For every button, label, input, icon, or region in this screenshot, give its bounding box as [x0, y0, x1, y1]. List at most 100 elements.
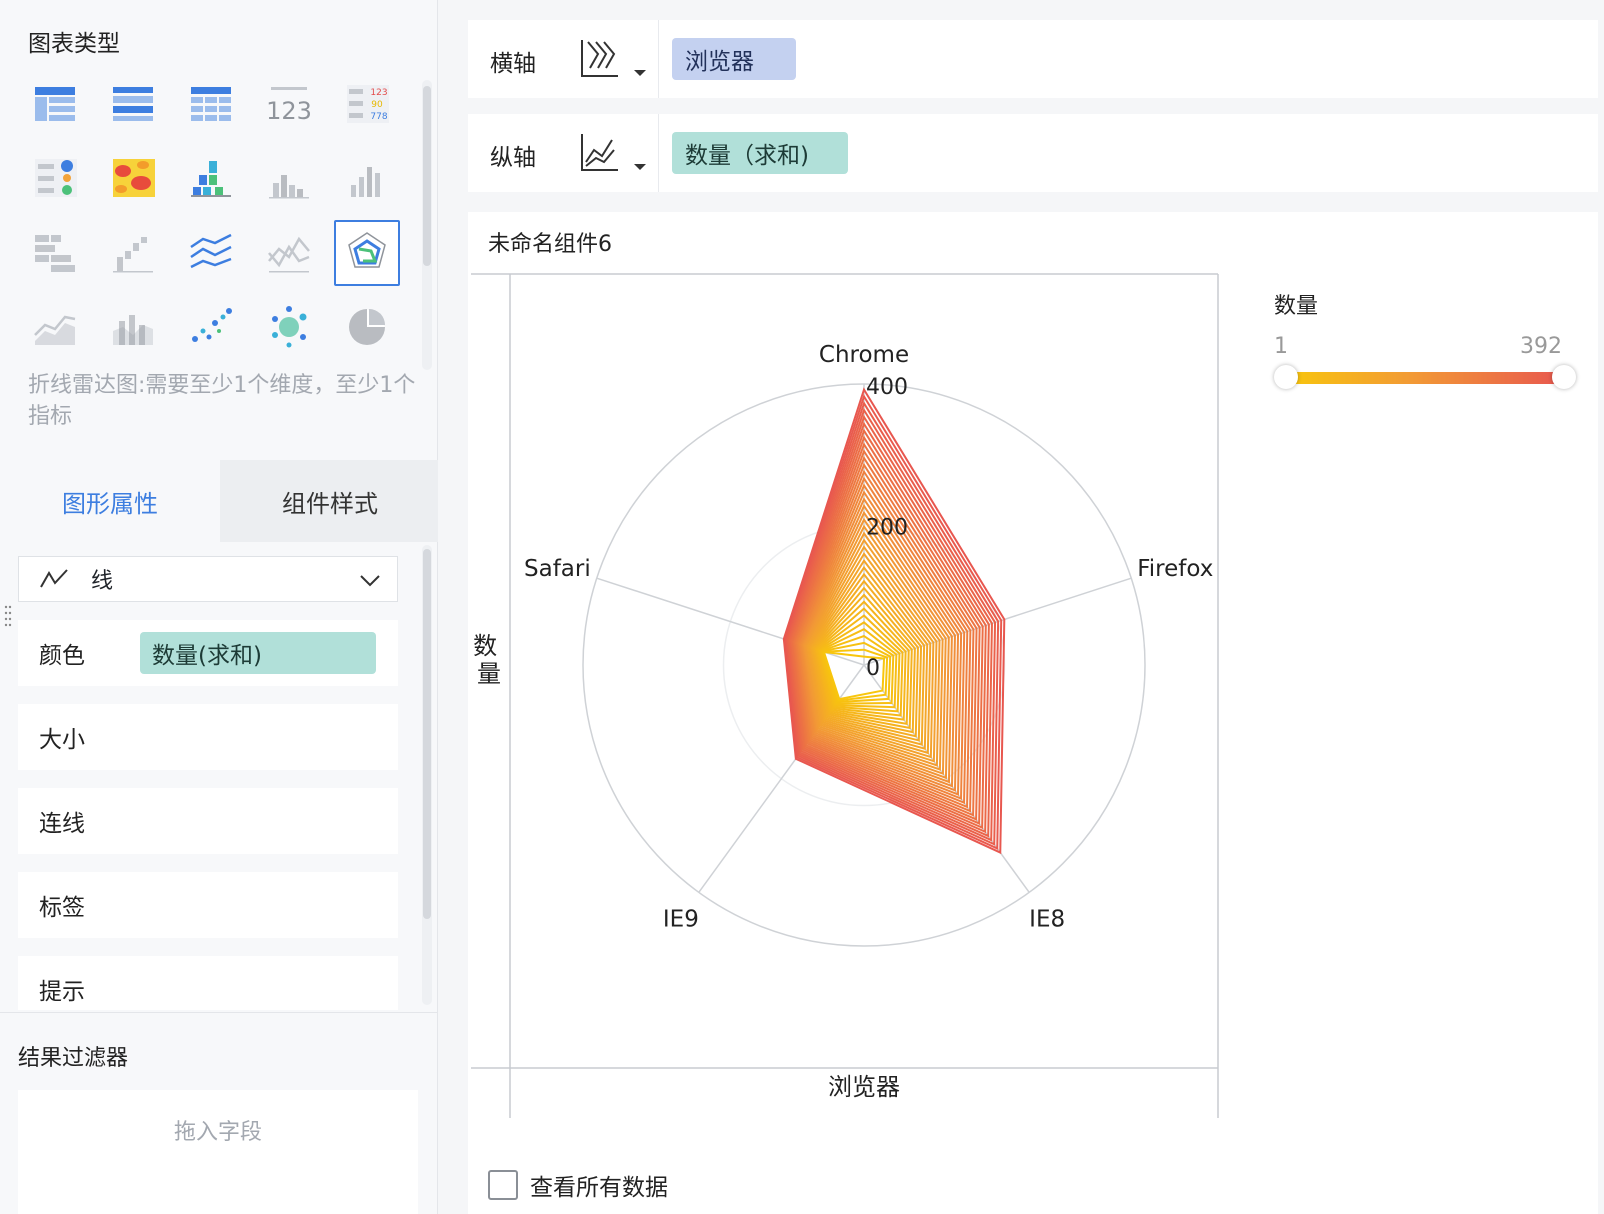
checkbox-box[interactable] — [488, 1170, 518, 1200]
stacked-column-icon — [269, 175, 309, 199]
y-field-pill[interactable]: 数量（求和) — [672, 132, 848, 174]
heatmap-icon — [113, 159, 155, 197]
legend-min-handle[interactable] — [1274, 365, 1298, 389]
bar-table-icon — [35, 235, 75, 272]
property-size[interactable]: 大小 — [18, 704, 398, 770]
column-icon — [351, 167, 380, 197]
color-legend-bar — [1286, 372, 1564, 384]
filter-placeholder: 拖入字段 — [173, 1120, 262, 1145]
y-axis-type-icon[interactable] — [578, 132, 650, 176]
radial-tick-label: 0 — [866, 656, 880, 681]
scatter-icon — [192, 308, 232, 342]
svg-text:123: 123 — [370, 88, 387, 98]
chart-type-table[interactable] — [22, 72, 88, 138]
filter-drop-zone[interactable]: 拖入字段 — [18, 1090, 418, 1214]
chart-type-waterfall[interactable] — [100, 220, 166, 286]
tab-component-style[interactable]: 组件样式 — [220, 460, 440, 542]
detail-table-icon — [191, 87, 231, 121]
chart-type-multi-line[interactable] — [178, 220, 244, 286]
property-tooltip[interactable]: 提示 — [18, 956, 398, 1010]
dot-matrix-icon — [35, 159, 77, 197]
scrollbar-thumb[interactable] — [423, 86, 431, 266]
chart-type-column-area[interactable] — [100, 294, 166, 360]
drag-handle-icon[interactable] — [4, 604, 12, 630]
chart-type-pie[interactable] — [334, 294, 400, 360]
mark-type-label: 线 — [91, 569, 114, 594]
chart-type-grouped-bar[interactable] — [178, 146, 244, 212]
legend-max-handle[interactable] — [1552, 365, 1576, 389]
chart-type-area[interactable] — [22, 294, 88, 360]
axis-label-ie8: IE8 — [1029, 906, 1065, 932]
radial-tick-label: 400 — [866, 375, 908, 400]
line-radar-alt-icon — [268, 236, 310, 273]
chart-type-radar[interactable] — [334, 220, 400, 286]
chart-type-stacked-column[interactable] — [256, 146, 322, 212]
y-axis-title: 数 量 — [473, 632, 505, 688]
axis-label-firefox: Firefox — [1137, 556, 1213, 582]
tab-graphic-properties[interactable]: 图形属性 — [0, 460, 220, 542]
area-icon — [34, 315, 76, 345]
legend-title: 数量 — [1274, 294, 1319, 319]
y-axis-label: 纵轴 — [490, 145, 536, 171]
line-chart-icon — [40, 569, 68, 588]
multi-line-icon — [190, 233, 232, 269]
pie-icon — [349, 309, 385, 345]
component-title: 未命名组件6 — [488, 232, 612, 257]
chart-type-heatmap[interactable] — [100, 146, 166, 212]
chart-type-title: 图表类型 — [28, 31, 120, 57]
svg-text:90: 90 — [371, 100, 383, 110]
legend-max: 392 — [1520, 334, 1562, 359]
chevron-down-icon — [360, 575, 380, 587]
color-table-icon: 123 90 778 — [347, 85, 389, 123]
property-body: 线 颜色 数量(求和) 大小 连线 标签 提示 — [0, 542, 438, 1010]
chart-type-color-table[interactable]: 123 90 778 — [334, 72, 400, 138]
property-connect[interactable]: 连线 — [18, 788, 398, 854]
divider — [658, 20, 659, 98]
axis-label-safari: Safari — [524, 556, 591, 582]
view-all-data-checkbox[interactable]: 查看所有数据 — [488, 1168, 668, 1202]
chart-type-bubble[interactable] — [256, 294, 322, 360]
property-connect-label: 连线 — [39, 811, 85, 837]
y-axis-shelf: 纵轴 数量（求和) — [468, 114, 1598, 192]
kpi-number-icon: 123 — [266, 87, 312, 125]
chart-type-scatter[interactable] — [178, 294, 244, 360]
legend-min: 1 — [1274, 334, 1288, 359]
chart-type-line-radar-alt[interactable] — [256, 220, 322, 286]
svg-text:778: 778 — [370, 112, 387, 122]
column-area-icon — [113, 315, 153, 345]
x-axis-title: 浏览器 — [828, 1073, 900, 1101]
divider — [0, 1012, 438, 1013]
property-label-label: 标签 — [39, 895, 85, 921]
property-scrollbar[interactable] — [422, 545, 432, 1005]
x-axis-label: 横轴 — [490, 51, 536, 77]
divider — [658, 114, 659, 192]
cross-table-icon — [113, 87, 153, 121]
x-axis-type-icon[interactable] — [578, 38, 650, 82]
x-axis-shelf: 横轴 浏览器 — [468, 20, 1598, 98]
axis-label-chrome: Chrome — [819, 342, 909, 368]
property-tabs: 图形属性 组件样式 — [0, 460, 438, 542]
property-size-label: 大小 — [39, 727, 85, 753]
property-color[interactable]: 颜色 数量(求和) — [18, 620, 398, 686]
property-color-label: 颜色 — [39, 643, 85, 669]
axis-label-ie9: IE9 — [663, 906, 699, 932]
grouped-bar-icon — [191, 161, 231, 197]
chart-type-column[interactable] — [334, 146, 400, 212]
chart-type-kpi-number[interactable]: 123 — [256, 72, 322, 138]
color-field-pill[interactable]: 数量(求和) — [140, 632, 376, 674]
x-field-pill[interactable]: 浏览器 — [672, 38, 796, 80]
chart-type-bar-table[interactable] — [22, 220, 88, 286]
mark-type-select[interactable]: 线 — [18, 556, 398, 602]
svg-text:123: 123 — [266, 97, 312, 125]
table-icon — [35, 87, 75, 121]
radar-chart: Chrome Firefox IE8 IE9 Safari 0 200 400 数 量 浏览器 — [471, 273, 1219, 1118]
chart-type-scrollbar[interactable] — [422, 80, 432, 370]
radar-icon — [348, 232, 386, 268]
y-axis-title-char-1: 数 — [473, 632, 497, 660]
chart-type-dot-matrix[interactable] — [22, 146, 88, 212]
chart-type-detail-table[interactable] — [178, 72, 244, 138]
scrollbar-thumb[interactable] — [423, 549, 431, 919]
property-label[interactable]: 标签 — [18, 872, 398, 938]
chart-type-cross-table[interactable] — [100, 72, 166, 138]
view-all-data-label: 查看所有数据 — [530, 1175, 668, 1201]
